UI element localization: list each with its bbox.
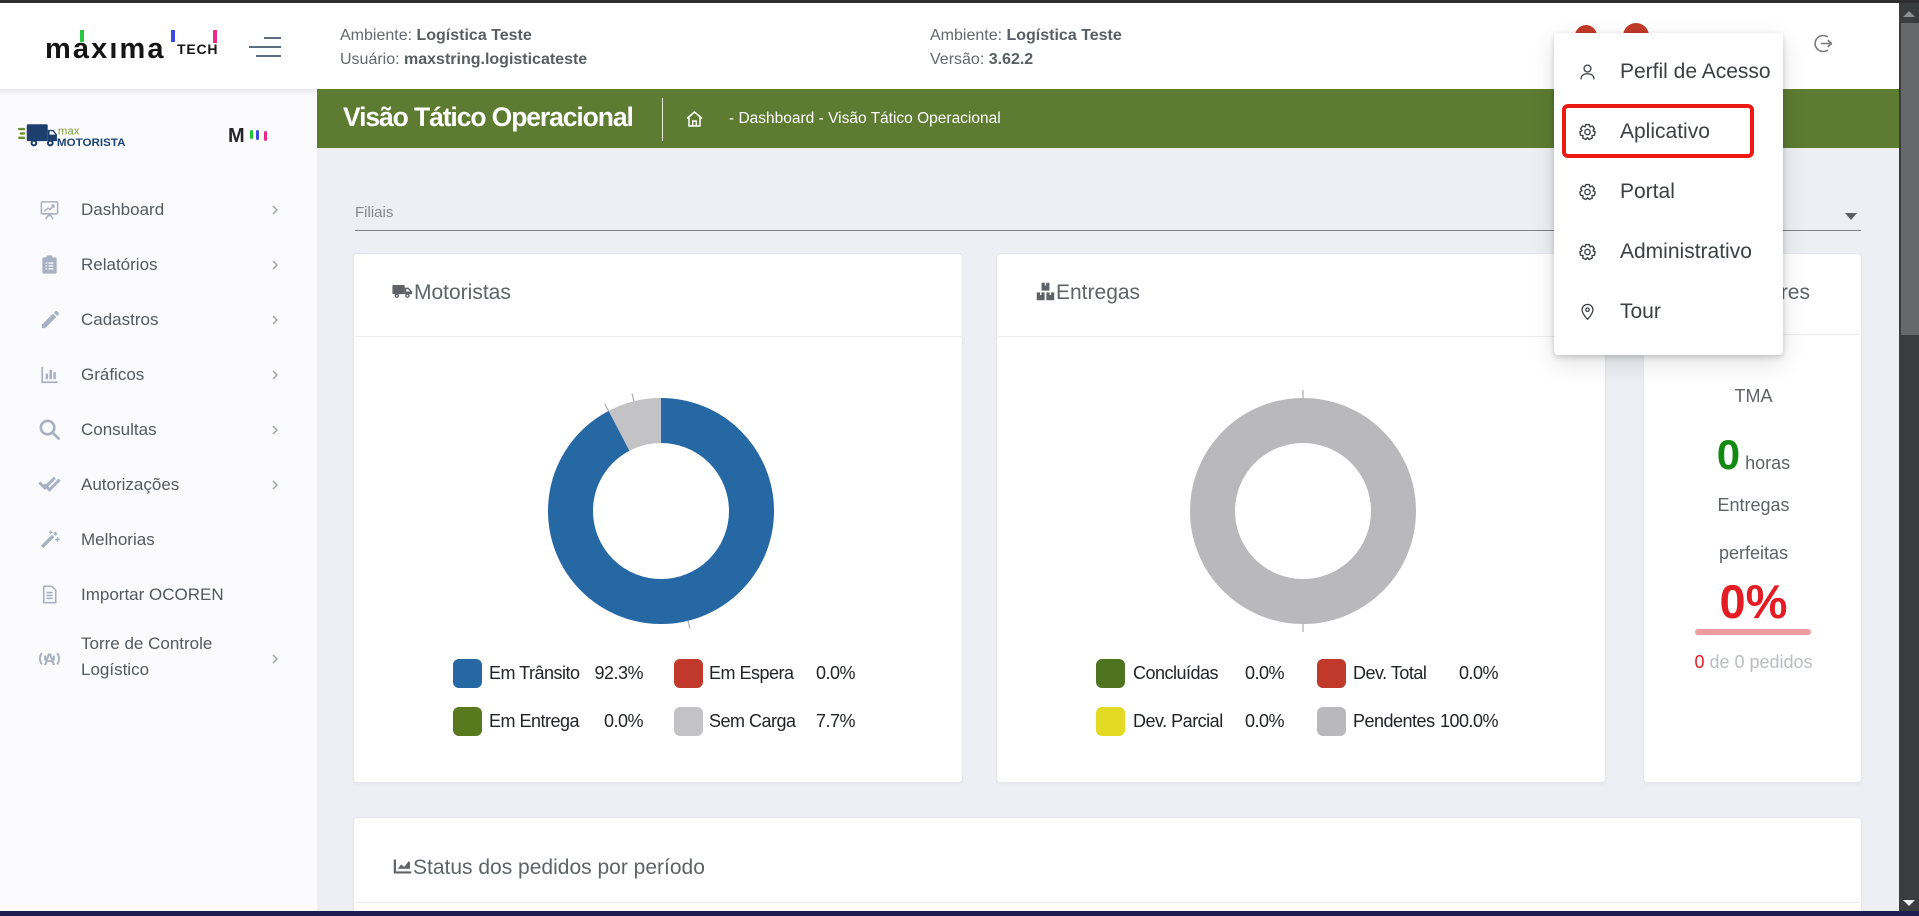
- svg-text:max: max: [58, 125, 80, 137]
- svg-text:MOTORISTA: MOTORISTA: [57, 137, 126, 149]
